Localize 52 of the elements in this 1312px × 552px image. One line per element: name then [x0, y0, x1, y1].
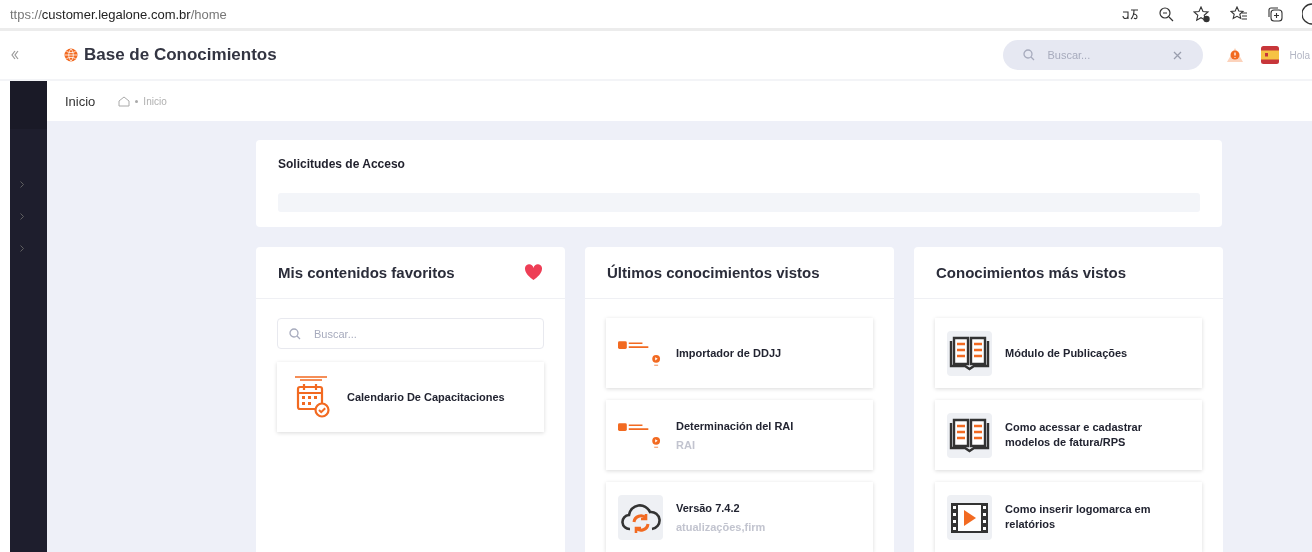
- item-tags: RAI: [676, 439, 794, 451]
- item-title: Importador de DDJJ: [676, 345, 782, 361]
- item-title: Versão 7.4.2: [676, 501, 741, 516]
- book-icon: [947, 412, 992, 458]
- search-field[interactable]: Buscar...: [1003, 40, 1204, 70]
- chevron-right-icon[interactable]: [19, 181, 24, 188]
- heart-icon[interactable]: [524, 264, 543, 281]
- knowledge-item[interactable]: Importador de DDJJ: [606, 318, 873, 388]
- book-icon: [947, 330, 992, 376]
- knowledge-item[interactable]: Módulo de Publicações: [935, 318, 1202, 388]
- greeting: Hola: [1289, 49, 1310, 61]
- column-title: Últimos conocimientos vistos: [607, 264, 820, 281]
- search-icon: [1023, 49, 1036, 61]
- play-logo-icon: [618, 421, 663, 449]
- card-title: Solicitudes de Acceso: [278, 157, 406, 171]
- chevron-right-icon[interactable]: [19, 213, 24, 220]
- item-title: Como inserir logomarca em relatórios: [1005, 502, 1152, 532]
- zoom-out-icon[interactable]: [1158, 6, 1174, 22]
- item-title: Calendario De Capacitaciones: [347, 389, 505, 405]
- item-tags: atualizações,firm: [676, 521, 766, 533]
- app-title: Base de Conocimientos: [84, 45, 277, 65]
- play-logo-icon: [618, 339, 663, 367]
- item-title: Determinación del RAI: [676, 419, 794, 434]
- knowledge-item[interactable]: Como inserir logomarca em relatórios: [935, 482, 1202, 552]
- item-title: Módulo de Publicações: [1005, 345, 1128, 361]
- knowledge-item[interactable]: Versão 7.4.2 atualizações,firm: [606, 482, 873, 552]
- cloud-sync-icon: [618, 494, 663, 540]
- logo-icon: [64, 48, 78, 62]
- breadcrumb-separator: [135, 99, 139, 103]
- address-bar[interactable]: ttps://customer.legalone.com.br/home: [10, 6, 227, 22]
- column-title: Conocimientos más vistos: [936, 264, 1127, 281]
- alert-icon[interactable]: [1226, 47, 1245, 63]
- star-add-icon[interactable]: [1193, 5, 1211, 23]
- search-icon: [289, 328, 301, 340]
- chevron-right-icon[interactable]: [19, 245, 24, 252]
- knowledge-item[interactable]: Determinación del RAI RAI: [606, 400, 873, 470]
- spain-flag-icon[interactable]: [1261, 46, 1280, 64]
- profile-icon[interactable]: [1302, 3, 1312, 25]
- knowledge-item[interactable]: Como acessar e cadastrar modelos de fatura/RPS: [935, 400, 1202, 470]
- video-icon: [947, 494, 992, 540]
- favorites-icon[interactable]: [1230, 6, 1248, 22]
- collapse-icon[interactable]: [11, 50, 19, 60]
- home-icon[interactable]: [118, 95, 131, 107]
- calendar-icon: [292, 375, 331, 419]
- close-icon[interactable]: [1173, 51, 1183, 60]
- knowledge-item[interactable]: Calendario De Capacitaciones: [277, 362, 544, 432]
- page-title: Inicio: [65, 93, 96, 109]
- column-title: Mis contenidos favoritos: [278, 264, 455, 281]
- collections-icon[interactable]: [1267, 6, 1283, 22]
- item-title: Como acessar e cadastrar modelos de fatura/RPS: [1005, 420, 1143, 450]
- translate-icon[interactable]: [1121, 7, 1139, 21]
- search-field[interactable]: Buscar...: [277, 318, 544, 349]
